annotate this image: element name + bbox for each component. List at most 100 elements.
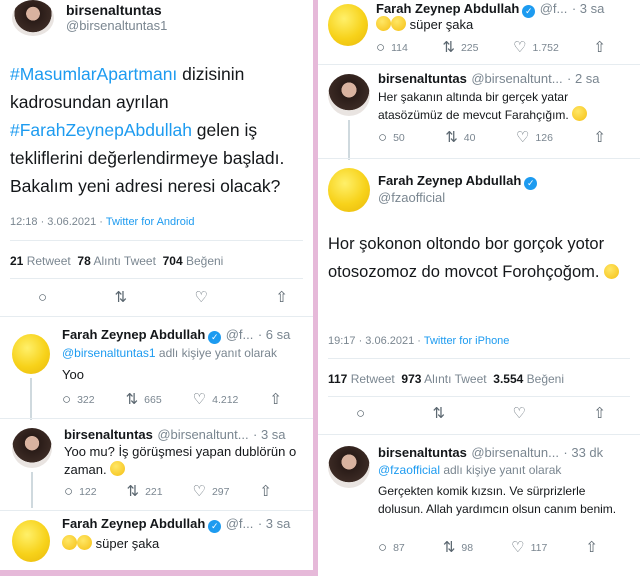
avatar[interactable] [328,74,370,116]
reply-icon[interactable]: ○ [356,406,365,421]
like-icon[interactable]: ♡ [513,40,526,55]
author-name[interactable]: Farah Zeynep Abdullah [376,1,519,16]
reply-count: 322 [77,393,95,406]
reply-text-content: süper şaka [95,536,160,551]
reply-icon[interactable]: ○ [378,130,387,145]
reply-icon[interactable]: ○ [378,540,387,555]
reply-header: Farah Zeynep Abdullah ✓ @f... · 6 sa [62,326,310,344]
reply-actions: ○ 114 ⇅ 225 ♡ 1.752 ⇧ [376,40,606,55]
share-icon[interactable]: ⇧ [275,290,288,305]
share-icon[interactable]: ⇧ [269,392,282,407]
retweet-icon[interactable]: ⇅ [115,290,128,305]
mention-link[interactable]: @birsenaltuntas1 [62,346,156,360]
reply-context: @fzaofficial adlı kişiye yanıt olarak [378,461,561,479]
quote-label: Alıntı Tweet [93,254,156,268]
author-name[interactable]: Farah Zeynep Abdullah [62,516,205,531]
reply-count: 122 [79,485,97,498]
like-count[interactable]: 704 [163,254,183,268]
retweet-count: 225 [460,41,479,54]
author-name[interactable]: birsenaltuntas [378,445,467,460]
reply-icon[interactable]: ○ [62,392,71,407]
tweet-actions: ○ ⇅ ♡ ⇧ [356,406,606,421]
share-icon[interactable]: ⇧ [593,130,606,145]
hashtag-link[interactable]: #MasumlarApartmanı [10,64,177,84]
avatar[interactable] [12,428,52,468]
retweet-count[interactable]: 21 [10,254,23,268]
avatar[interactable] [12,334,50,374]
reply-time: · 3 sa [257,516,291,531]
author-handle[interactable]: @fzaofficial [378,190,445,205]
like-icon[interactable]: ♡ [193,484,206,499]
reply-text: Her şakanın altında bir gerçek yatar ata… [378,88,633,124]
mention-link[interactable]: @fzaofficial [378,463,440,477]
like-icon[interactable]: ♡ [513,406,526,421]
like-count: 126 [535,131,553,144]
reply-icon[interactable]: ○ [64,484,73,499]
laughing-emoji-icon [376,16,391,31]
quote-label: Alıntı Tweet [424,372,487,386]
author-name[interactable]: birsenaltuntas [64,427,153,442]
avatar[interactable] [328,168,370,212]
author-name[interactable]: Farah Zeynep Abdullah [378,173,521,188]
author-name[interactable]: birsenaltuntas [378,71,467,86]
like-icon[interactable]: ♡ [193,392,206,407]
divider [0,418,313,419]
reply-header: birsenaltuntas @birsenaltunt... · 3 sa [64,426,310,444]
tweet-timestamp: 19:17 · 3.06.2021 · Twitter for iPhone [328,335,509,347]
share-icon[interactable]: ⇧ [259,484,272,499]
quote-count[interactable]: 78 [77,254,90,268]
reply-text: Yoo [62,367,84,382]
retweet-icon[interactable]: ⇅ [442,40,455,55]
reply-time: · 33 dk [563,445,604,460]
avatar[interactable] [12,0,54,36]
reply-icon[interactable]: ○ [376,40,385,55]
reply-count: 114 [391,41,408,54]
retweet-label: Retweet [350,372,395,386]
author-name[interactable]: Farah Zeynep Abdullah [62,327,205,342]
reply-text-content: Her şakanın altında bir gerçek yatar ata… [378,90,569,122]
author-handle[interactable]: @f... [540,1,568,16]
divider [10,240,303,241]
laughing-emoji-icon [77,535,92,550]
like-icon[interactable]: ♡ [516,130,529,145]
engagement-stats: 117 Retweet 973 Alıntı Tweet 3.554 Beğen… [328,372,564,386]
retweet-count: 40 [463,131,476,144]
retweet-icon[interactable]: ⇅ [126,392,139,407]
divider [0,316,313,317]
source-link[interactable]: Twitter for Android [106,216,195,228]
retweet-icon[interactable]: ⇅ [445,130,458,145]
tweet-text: #MasumlarApartmanı dizisinin kadrosundan… [10,60,310,200]
like-count[interactable]: 3.554 [493,372,523,386]
like-icon[interactable]: ♡ [511,540,524,555]
author-handle[interactable]: @f... [226,327,254,342]
retweet-icon[interactable]: ⇅ [443,540,456,555]
retweet-icon[interactable]: ⇅ [127,484,140,499]
quote-count[interactable]: 973 [401,372,421,386]
reply-time: · 6 sa [257,327,291,342]
share-icon[interactable]: ⇧ [585,540,598,555]
author-handle[interactable]: @birsenaltun... [471,445,559,460]
avatar[interactable] [328,4,368,46]
hashtag-link[interactable]: #FarahZeynepAbdullah [10,120,192,140]
tweet-timestamp: 12:18 · 3.06.2021 · Twitter for Android [10,216,194,228]
author-handle[interactable]: @birsenaltunt... [157,427,248,442]
author-name[interactable]: birsenaltuntas [66,2,162,18]
reply-context-text: adlı kişiye yanıt olarak [440,463,562,477]
divider [318,158,640,159]
like-icon[interactable]: ♡ [195,290,208,305]
author-handle[interactable]: @birsenaltuntas1 [66,18,167,33]
reply-text: Yoo mu? İş görüşmesi yapan dublörün o za… [64,443,310,479]
avatar[interactable] [12,520,50,562]
author-handle[interactable]: @f... [226,516,254,531]
reply-icon[interactable]: ○ [38,290,47,305]
author-handle[interactable]: @birsenaltunt... [471,71,562,86]
share-icon[interactable]: ⇧ [593,406,606,421]
divider [328,396,630,397]
retweet-count[interactable]: 117 [328,372,347,386]
reply-time: · 2 sa [567,71,600,86]
retweet-icon[interactable]: ⇅ [433,406,446,421]
source-link[interactable]: Twitter for iPhone [424,335,510,347]
avatar[interactable] [328,446,370,488]
share-icon[interactable]: ⇧ [593,40,606,55]
reply-context: @birsenaltuntas1 adlı kişiye yanıt olara… [62,344,277,362]
